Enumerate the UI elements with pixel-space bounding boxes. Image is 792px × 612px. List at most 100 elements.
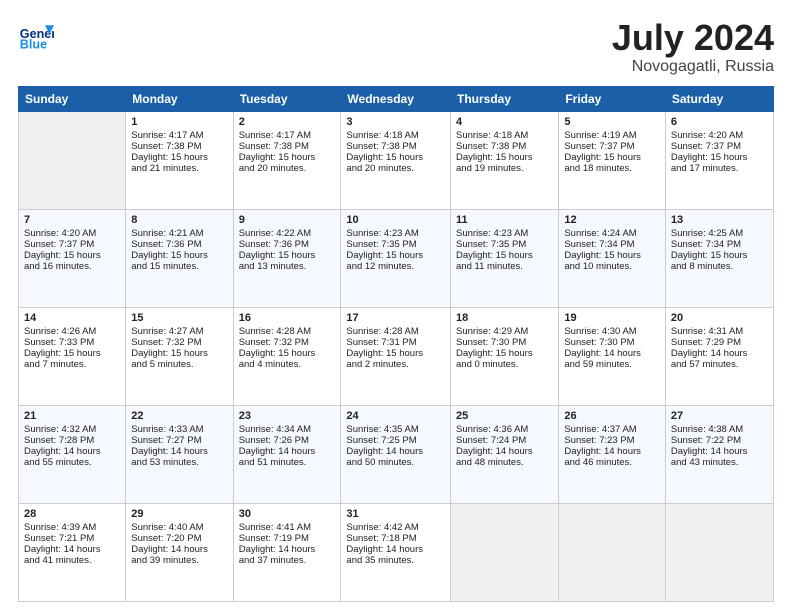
title-block: July 2024 Novogagatli, Russia — [612, 18, 774, 76]
calendar-table: SundayMondayTuesdayWednesdayThursdayFrid… — [18, 86, 774, 602]
day-number: 30 — [239, 508, 336, 520]
day-info: Sunrise: 4:31 AM — [671, 326, 768, 337]
day-info: and 13 minutes. — [239, 261, 336, 272]
day-info: Daylight: 14 hours — [239, 544, 336, 555]
day-cell: 10Sunrise: 4:23 AMSunset: 7:35 PMDayligh… — [341, 209, 451, 307]
day-cell: 25Sunrise: 4:36 AMSunset: 7:24 PMDayligh… — [451, 405, 559, 503]
day-number: 5 — [564, 116, 660, 128]
day-info: Sunrise: 4:37 AM — [564, 424, 660, 435]
day-info: and 19 minutes. — [456, 163, 553, 174]
day-info: Sunrise: 4:23 AM — [346, 228, 445, 239]
day-info: Sunrise: 4:27 AM — [131, 326, 227, 337]
day-info: and 53 minutes. — [131, 457, 227, 468]
day-info: and 57 minutes. — [671, 359, 768, 370]
day-info: Daylight: 15 hours — [346, 152, 445, 163]
day-info: Sunset: 7:31 PM — [346, 337, 445, 348]
day-info: Daylight: 15 hours — [456, 250, 553, 261]
day-info: Sunrise: 4:26 AM — [24, 326, 120, 337]
day-info: Daylight: 14 hours — [24, 544, 120, 555]
day-number: 15 — [131, 312, 227, 324]
day-info: Sunrise: 4:41 AM — [239, 522, 336, 533]
day-info: and 21 minutes. — [131, 163, 227, 174]
day-cell: 17Sunrise: 4:28 AMSunset: 7:31 PMDayligh… — [341, 307, 451, 405]
day-info: Sunrise: 4:28 AM — [239, 326, 336, 337]
day-info: Daylight: 14 hours — [456, 446, 553, 457]
day-info: Daylight: 15 hours — [671, 250, 768, 261]
day-number: 31 — [346, 508, 445, 520]
day-cell: 20Sunrise: 4:31 AMSunset: 7:29 PMDayligh… — [665, 307, 773, 405]
day-cell: 13Sunrise: 4:25 AMSunset: 7:34 PMDayligh… — [665, 209, 773, 307]
day-info: and 39 minutes. — [131, 555, 227, 566]
day-info: Sunset: 7:19 PM — [239, 533, 336, 544]
day-info: Sunrise: 4:23 AM — [456, 228, 553, 239]
day-info: Sunset: 7:37 PM — [671, 141, 768, 152]
day-info: Sunrise: 4:24 AM — [564, 228, 660, 239]
day-cell: 16Sunrise: 4:28 AMSunset: 7:32 PMDayligh… — [233, 307, 341, 405]
day-number: 7 — [24, 214, 120, 226]
day-number: 16 — [239, 312, 336, 324]
day-info: Daylight: 15 hours — [24, 250, 120, 261]
day-info: and 7 minutes. — [24, 359, 120, 370]
day-number: 6 — [671, 116, 768, 128]
day-cell: 1Sunrise: 4:17 AMSunset: 7:38 PMDaylight… — [126, 111, 233, 209]
day-info: and 12 minutes. — [346, 261, 445, 272]
day-number: 21 — [24, 410, 120, 422]
day-info: Sunrise: 4:34 AM — [239, 424, 336, 435]
day-cell: 24Sunrise: 4:35 AMSunset: 7:25 PMDayligh… — [341, 405, 451, 503]
day-info: Daylight: 14 hours — [671, 446, 768, 457]
day-info: Sunrise: 4:33 AM — [131, 424, 227, 435]
day-cell: 29Sunrise: 4:40 AMSunset: 7:20 PMDayligh… — [126, 503, 233, 601]
day-info: Sunrise: 4:28 AM — [346, 326, 445, 337]
day-cell: 5 Sunrise: 4:19 AMSunset: 7:37 PMDaylight… — [559, 111, 666, 209]
day-info: and 51 minutes. — [239, 457, 336, 468]
day-info: Daylight: 15 hours — [456, 348, 553, 359]
day-info: and 8 minutes. — [671, 261, 768, 272]
day-cell: 26Sunrise: 4:37 AMSunset: 7:23 PMDayligh… — [559, 405, 666, 503]
day-info: Sunrise: 4:19 AM — [564, 130, 660, 141]
day-info: Sunset: 7:28 PM — [24, 435, 120, 446]
day-cell: 21Sunrise: 4:32 AMSunset: 7:28 PMDayligh… — [19, 405, 126, 503]
day-info: Sunset: 7:32 PM — [239, 337, 336, 348]
day-info: Sunrise: 4:22 AM — [239, 228, 336, 239]
day-info: Sunset: 7:38 PM — [346, 141, 445, 152]
day-cell — [19, 111, 126, 209]
day-info: Daylight: 14 hours — [671, 348, 768, 359]
day-info: Sunrise: 4:32 AM — [24, 424, 120, 435]
day-info: Sunset: 7:38 PM — [239, 141, 336, 152]
day-info: Daylight: 14 hours — [346, 446, 445, 457]
day-info: Sunset: 7:34 PM — [564, 239, 660, 250]
day-info: Sunrise: 4:25 AM — [671, 228, 768, 239]
day-info: Daylight: 14 hours — [131, 446, 227, 457]
day-number: 17 — [346, 312, 445, 324]
day-info: Daylight: 15 hours — [239, 250, 336, 261]
day-number: 11 — [456, 214, 553, 226]
day-info: and 59 minutes. — [564, 359, 660, 370]
day-info: and 35 minutes. — [346, 555, 445, 566]
day-number: 3 — [346, 116, 445, 128]
day-info: Sunrise: 4:39 AM — [24, 522, 120, 533]
day-info: Sunset: 7:22 PM — [671, 435, 768, 446]
week-row-4: 21 Sunrise: 4:32 AMSunset: 7:28 PM Dayligh… — [19, 405, 774, 503]
week-row-5: 28Sunrise: 4:39 AMSunset: 7:21 PMDayligh… — [19, 503, 774, 601]
day-number: 10 — [346, 214, 445, 226]
day-number: 28 — [24, 508, 120, 520]
day-info: Sunrise: 4:17 AM — [239, 130, 336, 141]
day-cell: 9Sunrise: 4:22 AMSunset: 7:36 PMDaylight… — [233, 209, 341, 307]
month-title: July 2024 — [612, 18, 774, 58]
day-info: and 18 minutes. — [564, 163, 660, 174]
day-info: Sunset: 7:37 PM — [564, 141, 660, 152]
day-number: 12 — [564, 214, 660, 226]
day-info: and 46 minutes. — [564, 457, 660, 468]
day-info: and 55 minutes. — [24, 457, 120, 468]
day-info: Daylight: 15 hours — [564, 152, 660, 163]
day-info: Sunrise: 4:38 AM — [671, 424, 768, 435]
day-info: Daylight: 14 hours — [131, 544, 227, 555]
day-info: Daylight: 14 hours — [346, 544, 445, 555]
week-row-3: 14Sunrise: 4:26 AMSunset: 7:33 PMDayligh… — [19, 307, 774, 405]
day-cell: 30 Sunrise: 4:41 AMSunset: 7:19 PMDayligh… — [233, 503, 341, 601]
day-info: and 16 minutes. — [24, 261, 120, 272]
day-info: and 50 minutes. — [346, 457, 445, 468]
day-info: Sunset: 7:33 PM — [24, 337, 120, 348]
day-cell: 18Sunrise: 4:29 AMSunset: 7:30 PMDayligh… — [451, 307, 559, 405]
day-number: 1 — [131, 116, 227, 128]
